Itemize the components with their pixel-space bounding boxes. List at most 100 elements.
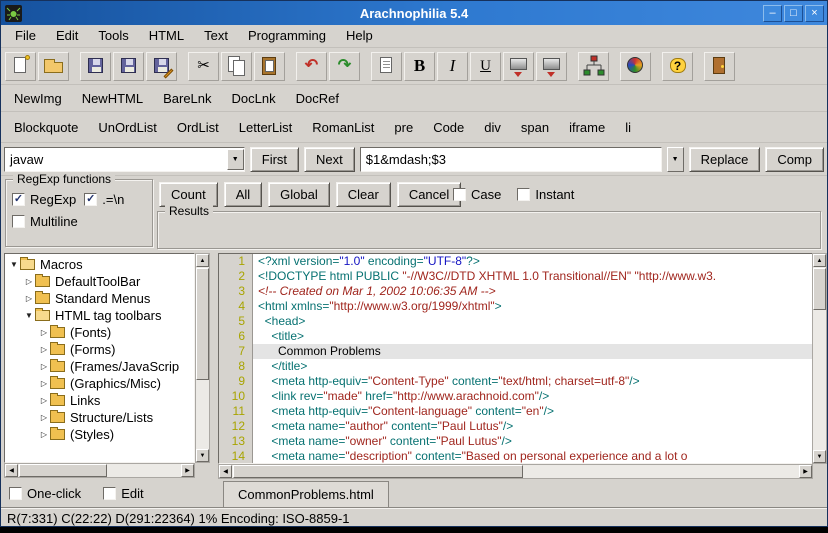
undo-button[interactable]: ↶	[296, 52, 327, 81]
tree-item-macros[interactable]: ▼Macros	[5, 256, 194, 273]
replace-term-combobox[interactable]: $1&mdash;$3	[360, 147, 662, 172]
tree-item-html-tag-toolbars[interactable]: ▼HTML tag toolbars	[5, 307, 194, 324]
macro-span-button[interactable]: span	[511, 116, 559, 139]
italic-button[interactable]: I	[437, 52, 468, 81]
tree-hscroll-thumb[interactable]	[19, 464, 107, 477]
macro-li-button[interactable]: li	[615, 116, 641, 139]
macro-pre-button[interactable]: pre	[384, 116, 423, 139]
macro-code-button[interactable]: Code	[423, 116, 474, 139]
option-instant-checkbox[interactable]: Instant	[517, 187, 574, 202]
editor-hscroll-thumb[interactable]	[233, 465, 523, 478]
tree-item-defaulttoolbar[interactable]: ▷DefaultToolBar	[5, 273, 194, 290]
underline-button[interactable]: U	[470, 52, 501, 81]
tree-expander-icon[interactable]: ▷	[38, 413, 50, 422]
menu-html[interactable]: HTML	[139, 25, 194, 46]
macro-romanlist-button[interactable]: RomanList	[302, 116, 384, 139]
save-all-button[interactable]	[113, 52, 144, 81]
stamp-in-button[interactable]	[503, 52, 534, 81]
paste-button[interactable]	[254, 52, 285, 81]
all-button[interactable]: All	[224, 182, 262, 207]
tree-item-structure-lists[interactable]: ▷Structure/Lists	[5, 409, 194, 426]
tree-vscroll-thumb[interactable]	[196, 268, 209, 380]
copy-button[interactable]	[221, 52, 252, 81]
bottom-edit-checkbox[interactable]: Edit	[103, 486, 143, 501]
tree-expander-icon[interactable]: ▷	[38, 379, 50, 388]
tree-expander-icon[interactable]: ▷	[23, 277, 35, 286]
bold-button[interactable]: B	[404, 52, 435, 81]
search-dropdown-icon[interactable]: ▼	[227, 149, 244, 170]
cut-button[interactable]: ✂	[188, 52, 219, 81]
exit-button[interactable]	[704, 52, 735, 81]
editor-horizontal-scrollbar[interactable]: ◀ ▶	[218, 464, 813, 479]
new-file-button[interactable]	[5, 52, 36, 81]
scroll-down-icon[interactable]: ▼	[813, 450, 826, 463]
macro-barelnk-button[interactable]: BareLnk	[153, 87, 221, 110]
titlebar[interactable]: Arachnophilia 5.4 –□×	[1, 1, 827, 25]
macro-newimg-button[interactable]: NewImg	[4, 87, 72, 110]
menu-text[interactable]: Text	[194, 25, 238, 46]
stamp-out-button[interactable]	[536, 52, 567, 81]
tree-expander-icon[interactable]: ▷	[38, 345, 50, 354]
close-button[interactable]: ×	[805, 5, 824, 22]
regexp-n-checkbox[interactable]: ✓.=\n	[84, 192, 124, 207]
tree-item-fonts[interactable]: ▷(Fonts)	[5, 324, 194, 341]
clear-button[interactable]: Clear	[336, 182, 391, 207]
tree-item-styles[interactable]: ▷(Styles)	[5, 426, 194, 443]
next-button[interactable]: Next	[304, 147, 355, 172]
search-term-combobox[interactable]: javaw ▼	[4, 147, 245, 172]
minimize-button[interactable]: –	[763, 5, 782, 22]
tree-item-links[interactable]: ▷Links	[5, 392, 194, 409]
tree-item-frames-javascrip[interactable]: ▷(Frames/JavaScrip	[5, 358, 194, 375]
editor-vscroll-thumb[interactable]	[813, 268, 826, 310]
global-button[interactable]: Global	[268, 182, 330, 207]
code-editor[interactable]: 1<?xml version="1.0" encoding="UTF-8"?>2…	[218, 253, 813, 464]
first-button[interactable]: First	[250, 147, 299, 172]
scroll-up-icon[interactable]: ▲	[813, 254, 826, 267]
save-as-button[interactable]	[146, 52, 177, 81]
menu-tools[interactable]: Tools	[88, 25, 138, 46]
scroll-left-icon[interactable]: ◀	[219, 465, 232, 478]
menu-programming[interactable]: Programming	[238, 25, 336, 46]
replace-button[interactable]: Replace	[689, 147, 761, 172]
regexp-multiline-checkbox[interactable]: Multiline	[12, 214, 78, 229]
option-case-checkbox[interactable]: Case	[453, 187, 501, 202]
macro-letterlist-button[interactable]: LetterList	[229, 116, 302, 139]
macro-blockquote-button[interactable]: Blockquote	[4, 116, 88, 139]
maximize-button[interactable]: □	[784, 5, 803, 22]
scroll-down-icon[interactable]: ▼	[196, 449, 209, 462]
scroll-up-icon[interactable]: ▲	[196, 254, 209, 267]
macro-iframe-button[interactable]: iframe	[559, 116, 615, 139]
tree-expander-icon[interactable]: ▷	[38, 362, 50, 371]
scroll-left-icon[interactable]: ◀	[5, 464, 18, 477]
menu-file[interactable]: File	[5, 25, 46, 46]
macro-div-button[interactable]: div	[474, 116, 511, 139]
menu-help[interactable]: Help	[336, 25, 383, 46]
tree-expander-icon[interactable]: ▼	[8, 260, 20, 269]
help-button[interactable]: ?	[662, 52, 693, 81]
browser-colors-button[interactable]	[620, 52, 651, 81]
site-tree-button[interactable]	[578, 52, 609, 81]
document-tab[interactable]: CommonProblems.html	[223, 481, 389, 507]
macro-ordlist-button[interactable]: OrdList	[167, 116, 229, 139]
tree-expander-icon[interactable]: ▼	[23, 311, 35, 320]
menu-edit[interactable]: Edit	[46, 25, 88, 46]
tree-expander-icon[interactable]: ▷	[23, 294, 35, 303]
editor-vertical-scrollbar[interactable]: ▲ ▼	[812, 253, 827, 464]
tree-item-forms[interactable]: ▷(Forms)	[5, 341, 194, 358]
macro-newhtml-button[interactable]: NewHTML	[72, 87, 153, 110]
macro-doclnk-button[interactable]: DocLnk	[222, 87, 286, 110]
tree-item-graphics-misc[interactable]: ▷(Graphics/Misc)	[5, 375, 194, 392]
regexp-regexp-checkbox[interactable]: ✓RegExp	[12, 192, 76, 207]
cancel-button[interactable]: Cancel	[397, 182, 461, 207]
tree-expander-icon[interactable]: ▷	[38, 396, 50, 405]
tree-vertical-scrollbar[interactable]: ▲ ▼	[195, 253, 210, 463]
view-source-button[interactable]	[371, 52, 402, 81]
open-folder-button[interactable]	[38, 52, 69, 81]
comp-button[interactable]: Comp	[765, 147, 824, 172]
replace-dropdown-icon[interactable]: ▼	[667, 147, 684, 172]
scroll-right-icon[interactable]: ▶	[799, 465, 812, 478]
scroll-right-icon[interactable]: ▶	[181, 464, 194, 477]
bottom-one-click-checkbox[interactable]: One-click	[9, 486, 81, 501]
tree-expander-icon[interactable]: ▷	[38, 430, 50, 439]
tree-horizontal-scrollbar[interactable]: ◀ ▶	[4, 463, 195, 478]
